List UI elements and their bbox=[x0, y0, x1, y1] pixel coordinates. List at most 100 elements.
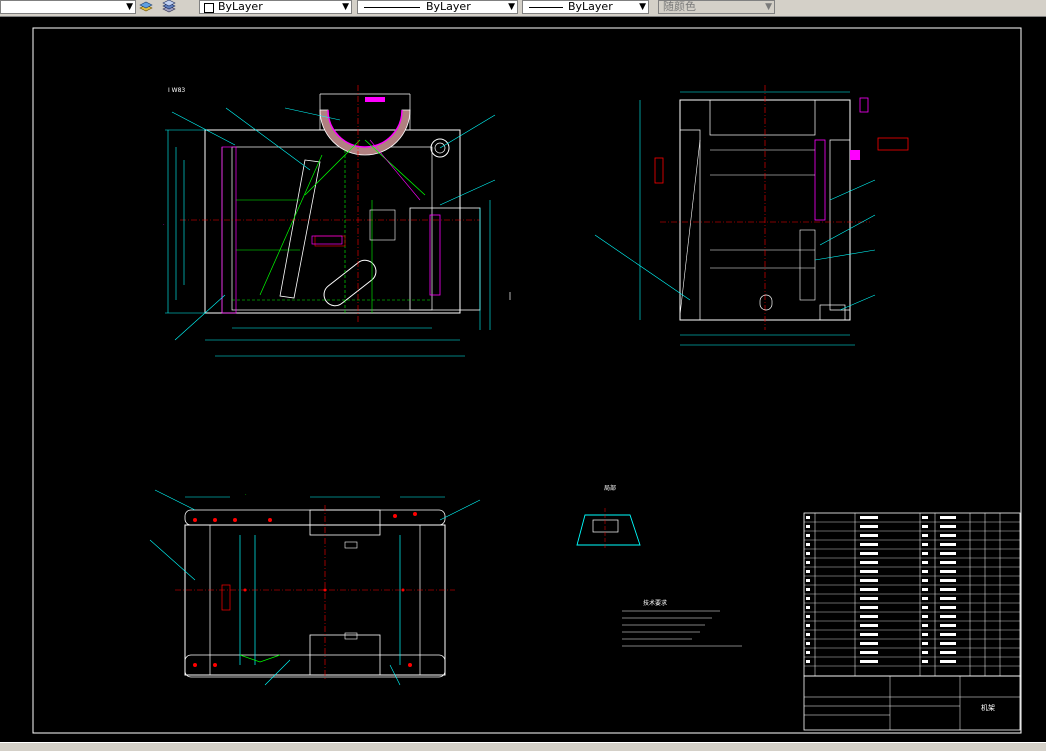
parts-cell-glyph bbox=[922, 516, 928, 519]
lineweight-dropdown-label: ByLayer bbox=[568, 0, 613, 13]
detail-label: 局部 bbox=[604, 484, 616, 492]
parts-cell-glyph bbox=[922, 543, 928, 546]
parts-cell-glyph bbox=[940, 561, 956, 564]
parts-cell-glyph bbox=[940, 543, 956, 546]
parts-cell-glyph bbox=[940, 570, 956, 573]
parts-cell-glyph bbox=[860, 534, 878, 537]
parts-cell-glyph bbox=[922, 534, 928, 537]
parts-cell-glyph bbox=[922, 615, 928, 618]
parts-cell-glyph bbox=[806, 561, 810, 564]
parts-cell-glyph bbox=[940, 588, 956, 591]
top-view: . bbox=[149, 489, 481, 686]
parts-cell-glyph bbox=[806, 606, 810, 609]
parts-cell-glyph bbox=[806, 516, 810, 519]
parts-cell-glyph bbox=[940, 615, 956, 618]
lineweight-preview-icon bbox=[529, 7, 563, 8]
parts-cell-glyph bbox=[860, 552, 878, 555]
plotstyle-dropdown-label: 随颜色 bbox=[663, 0, 696, 13]
parts-cell-glyph bbox=[922, 588, 928, 591]
parts-cell-glyph bbox=[940, 606, 956, 609]
parts-cell-glyph bbox=[806, 660, 810, 663]
front-view: I W83 . bbox=[163, 85, 496, 357]
parts-cell-glyph bbox=[922, 570, 928, 573]
parts-cell-glyph bbox=[806, 525, 810, 528]
parts-cell-glyph bbox=[860, 651, 878, 654]
linetype-dropdown-label: ByLayer bbox=[426, 0, 471, 13]
parts-cell-glyph bbox=[940, 633, 956, 636]
parts-cell-glyph bbox=[922, 552, 928, 555]
layer-dropdown[interactable]: ▼ bbox=[0, 0, 136, 14]
parts-cell-glyph bbox=[860, 660, 878, 663]
svg-text:.: . bbox=[163, 221, 165, 227]
chevron-down-icon[interactable]: ▼ bbox=[639, 1, 646, 13]
chevron-down-icon[interactable]: ▼ bbox=[508, 1, 515, 13]
parts-cell-glyph bbox=[940, 597, 956, 600]
linetype-dropdown[interactable]: ByLayer ▼ bbox=[357, 0, 518, 14]
parts-cell-glyph bbox=[806, 624, 810, 627]
parts-cell-glyph bbox=[806, 597, 810, 600]
parts-cell-glyph bbox=[860, 570, 878, 573]
lineweight-dropdown[interactable]: ByLayer ▼ bbox=[522, 0, 649, 14]
chevron-down-icon[interactable]: ▼ bbox=[765, 1, 772, 13]
title-block-name: 机架 bbox=[981, 703, 995, 712]
drawing-canvas[interactable]: I W83 . . 局部 技术要求 机架 bbox=[0, 17, 1046, 742]
layer-previous-icon[interactable] bbox=[162, 0, 176, 14]
detail-view: 局部 bbox=[576, 484, 641, 550]
parts-cell-glyph bbox=[922, 660, 928, 663]
svg-text:.: . bbox=[245, 491, 247, 497]
color-dropdown[interactable]: ByLayer ▼ bbox=[199, 0, 352, 14]
parts-cell-glyph bbox=[940, 579, 956, 582]
properties-toolbar: ▼ ByLayer ▼ ByLayer ▼ ByLayer ▼ 随颜色 ▼ bbox=[0, 0, 1046, 17]
parts-cell-glyph bbox=[922, 651, 928, 654]
parts-cell-glyph bbox=[860, 624, 878, 627]
cad-drawing[interactable]: I W83 . . 局部 技术要求 机架 bbox=[0, 17, 1046, 742]
plotstyle-dropdown[interactable]: 随颜色 ▼ bbox=[658, 0, 775, 14]
notes-title: 技术要求 bbox=[643, 599, 667, 607]
parts-cell-glyph bbox=[922, 624, 928, 627]
layer-states-icon[interactable] bbox=[139, 0, 153, 14]
parts-cell-glyph bbox=[940, 516, 956, 519]
parts-cell-glyph bbox=[860, 615, 878, 618]
parts-cell-glyph bbox=[940, 534, 956, 537]
parts-cell-glyph bbox=[940, 552, 956, 555]
parts-cell-glyph bbox=[806, 534, 810, 537]
parts-cell-glyph bbox=[860, 597, 878, 600]
parts-cell-glyph bbox=[922, 597, 928, 600]
parts-cell-glyph bbox=[922, 579, 928, 582]
parts-cell-glyph bbox=[922, 633, 928, 636]
parts-cell-glyph bbox=[860, 633, 878, 636]
parts-cell-glyph bbox=[860, 606, 878, 609]
parts-cell-glyph bbox=[922, 642, 928, 645]
parts-cell-glyph bbox=[806, 633, 810, 636]
parts-cell-glyph bbox=[860, 525, 878, 528]
parts-cell-glyph bbox=[806, 543, 810, 546]
parts-cell-glyph bbox=[922, 606, 928, 609]
parts-cell-glyph bbox=[860, 516, 878, 519]
parts-cell-glyph bbox=[940, 642, 956, 645]
parts-cell-glyph bbox=[922, 525, 928, 528]
parts-cell-glyph bbox=[940, 624, 956, 627]
parts-cell-glyph bbox=[806, 642, 810, 645]
parts-cell-glyph bbox=[922, 561, 928, 564]
parts-cell-glyph bbox=[940, 651, 956, 654]
color-dropdown-label: ByLayer bbox=[218, 0, 263, 13]
parts-cell-glyph bbox=[806, 615, 810, 618]
parts-cell-glyph bbox=[860, 561, 878, 564]
parts-cell-glyph bbox=[860, 642, 878, 645]
parts-cell-glyph bbox=[806, 570, 810, 573]
parts-cell-glyph bbox=[940, 660, 956, 663]
technical-notes: 技术要求 bbox=[622, 599, 742, 647]
svg-text:I W83: I W83 bbox=[168, 87, 185, 94]
parts-cell-glyph bbox=[806, 579, 810, 582]
parts-list bbox=[803, 512, 1021, 677]
parts-cell-glyph bbox=[940, 525, 956, 528]
parts-cell-glyph bbox=[860, 588, 878, 591]
chevron-down-icon[interactable]: ▼ bbox=[342, 1, 349, 13]
color-swatch-icon bbox=[204, 3, 214, 13]
parts-cell-glyph bbox=[860, 543, 878, 546]
linetype-preview-icon bbox=[364, 7, 420, 8]
chevron-down-icon[interactable]: ▼ bbox=[126, 1, 133, 13]
title-block: 机架 bbox=[803, 675, 1021, 731]
parts-cell-glyph bbox=[860, 579, 878, 582]
parts-cell-glyph bbox=[806, 651, 810, 654]
